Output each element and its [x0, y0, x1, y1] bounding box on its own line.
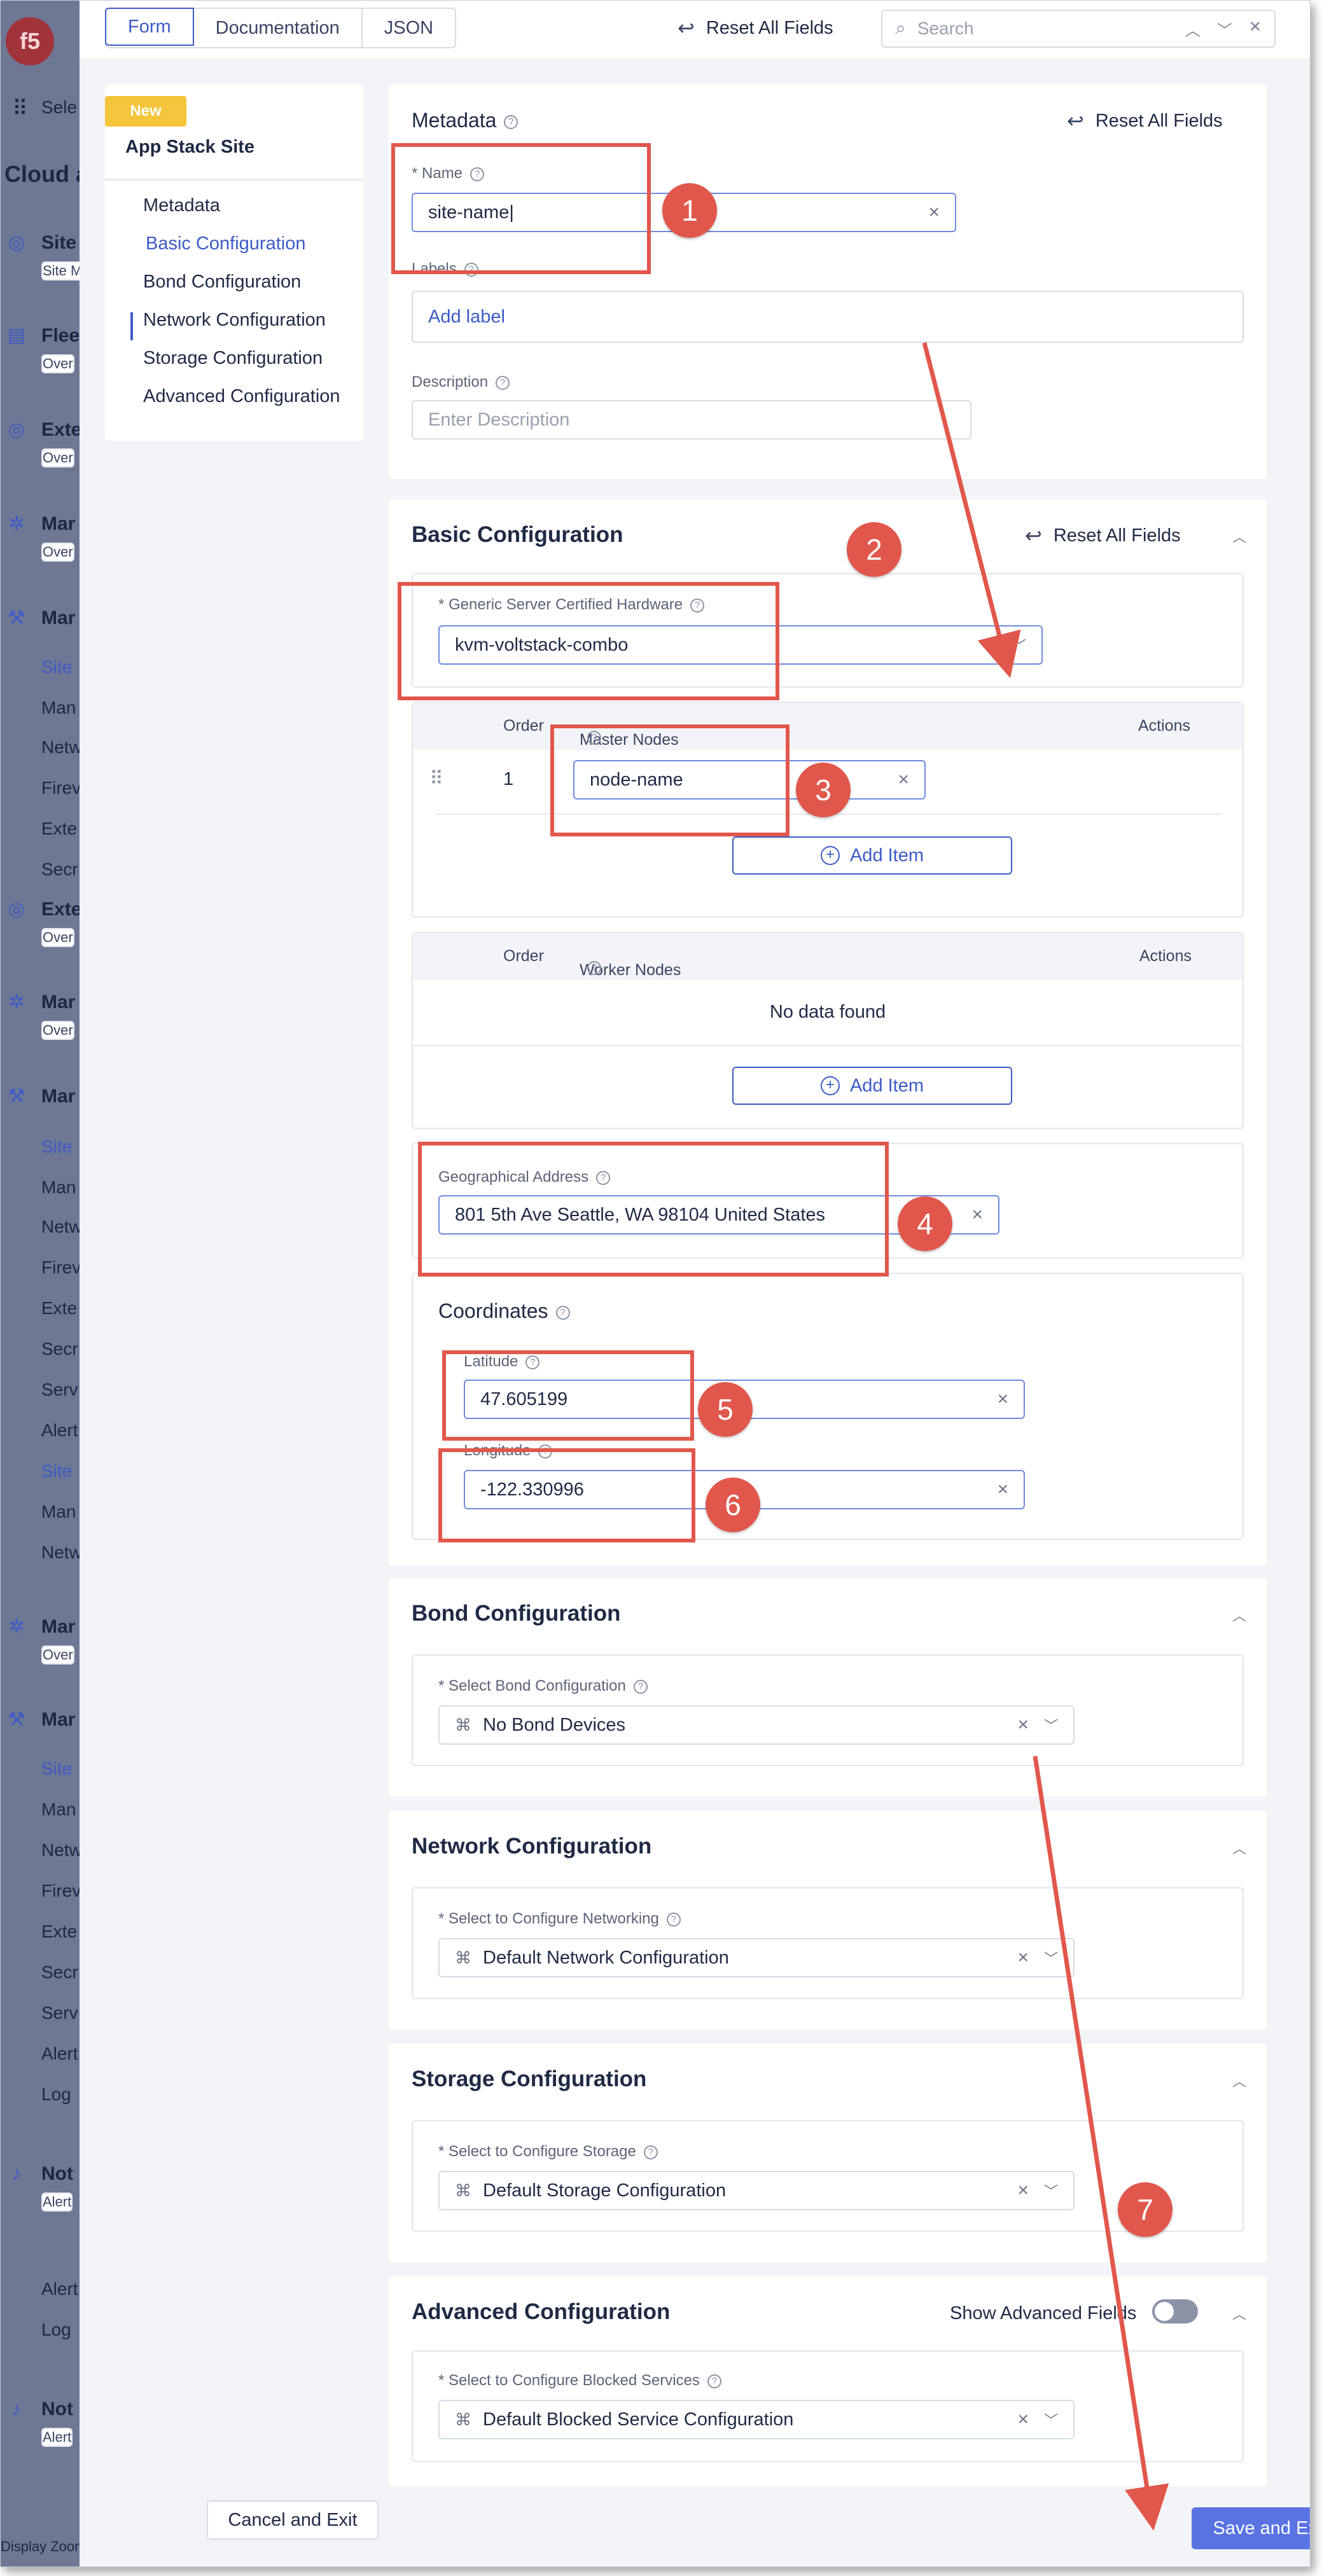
annotation-step: 3	[796, 763, 851, 817]
annotation-step: 2	[847, 522, 901, 577]
screenshot-frame: f5 ⠿ Sele Cloud a ◎ Site Site M ▤ Flee O…	[0, 0, 1311, 2567]
annotation-step: 7	[1118, 2182, 1172, 2237]
annotation-arrow	[1033, 1755, 1169, 2531]
annotation-step: 4	[898, 1196, 952, 1251]
annotation-arrow	[922, 342, 1021, 679]
annotation-highlight	[398, 582, 779, 700]
annotation-highlight	[391, 143, 651, 274]
annotation-highlight	[550, 724, 790, 836]
annotation-step: 1	[662, 183, 717, 238]
annotation-highlight	[418, 1142, 889, 1277]
annotation-step: 5	[698, 1382, 753, 1437]
annotation-arrows	[922, 342, 1169, 2531]
annotation-step: 6	[706, 1478, 760, 1532]
annotation-highlight	[438, 1448, 695, 1542]
annotation-highlight	[442, 1350, 694, 1441]
